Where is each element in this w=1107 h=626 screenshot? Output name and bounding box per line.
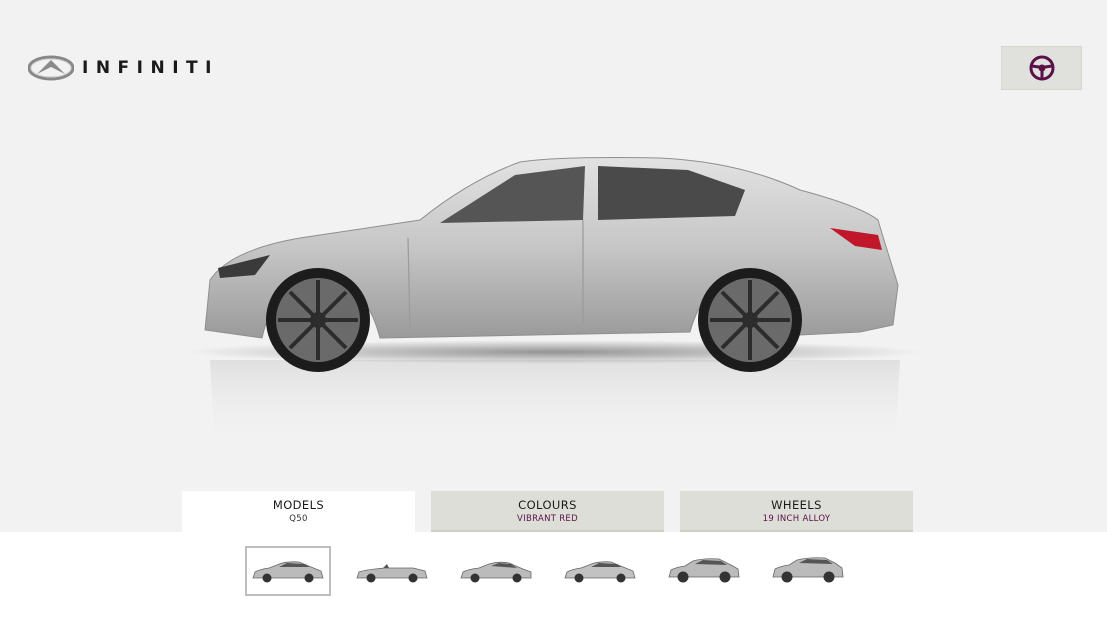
model-thumb-crossover[interactable] bbox=[661, 546, 747, 596]
model-tray bbox=[0, 532, 1107, 626]
tab-value: VIBRANT RED bbox=[517, 514, 578, 524]
tab-colours[interactable]: COLOURS VIBRANT RED bbox=[431, 491, 664, 532]
car-image bbox=[185, 157, 925, 450]
crossover-thumbnail-icon bbox=[668, 558, 740, 583]
convertible-thumbnail-icon bbox=[356, 564, 428, 583]
tab-title: COLOURS bbox=[518, 498, 577, 512]
model-thumb-sport-sedan[interactable] bbox=[557, 546, 643, 596]
model-thumb-sedan[interactable] bbox=[245, 546, 331, 596]
model-thumb-coupe[interactable] bbox=[453, 546, 539, 596]
brand-name: INFINITI bbox=[82, 58, 219, 78]
steering-wheel-button[interactable] bbox=[1001, 46, 1082, 90]
tab-title: WHEELS bbox=[771, 498, 822, 512]
tab-models[interactable]: MODELS Q50 bbox=[182, 491, 415, 532]
tab-wheels[interactable]: WHEELS 19 INCH ALLOY bbox=[680, 491, 913, 532]
infiniti-logo-icon bbox=[28, 55, 74, 81]
car-stage bbox=[0, 120, 1107, 470]
coupe-thumbnail-icon bbox=[460, 561, 532, 583]
tab-value: Q50 bbox=[289, 514, 308, 524]
suv-thumbnail-icon bbox=[772, 557, 844, 583]
steering-wheel-icon bbox=[1029, 55, 1054, 81]
sport-sedan-thumbnail-icon bbox=[564, 561, 636, 583]
model-thumb-convertible[interactable] bbox=[349, 546, 435, 596]
model-thumb-suv[interactable] bbox=[765, 546, 851, 596]
model-thumbnails bbox=[245, 546, 851, 596]
brand-logo[interactable]: INFINITI bbox=[28, 55, 219, 81]
sedan-thumbnail-icon bbox=[252, 561, 324, 583]
tab-value: 19 INCH ALLOY bbox=[762, 514, 831, 524]
tab-title: MODELS bbox=[272, 498, 325, 512]
configurator-tabs: MODELS Q50 COLOURS VIBRANT RED WHEELS 19… bbox=[182, 491, 913, 532]
